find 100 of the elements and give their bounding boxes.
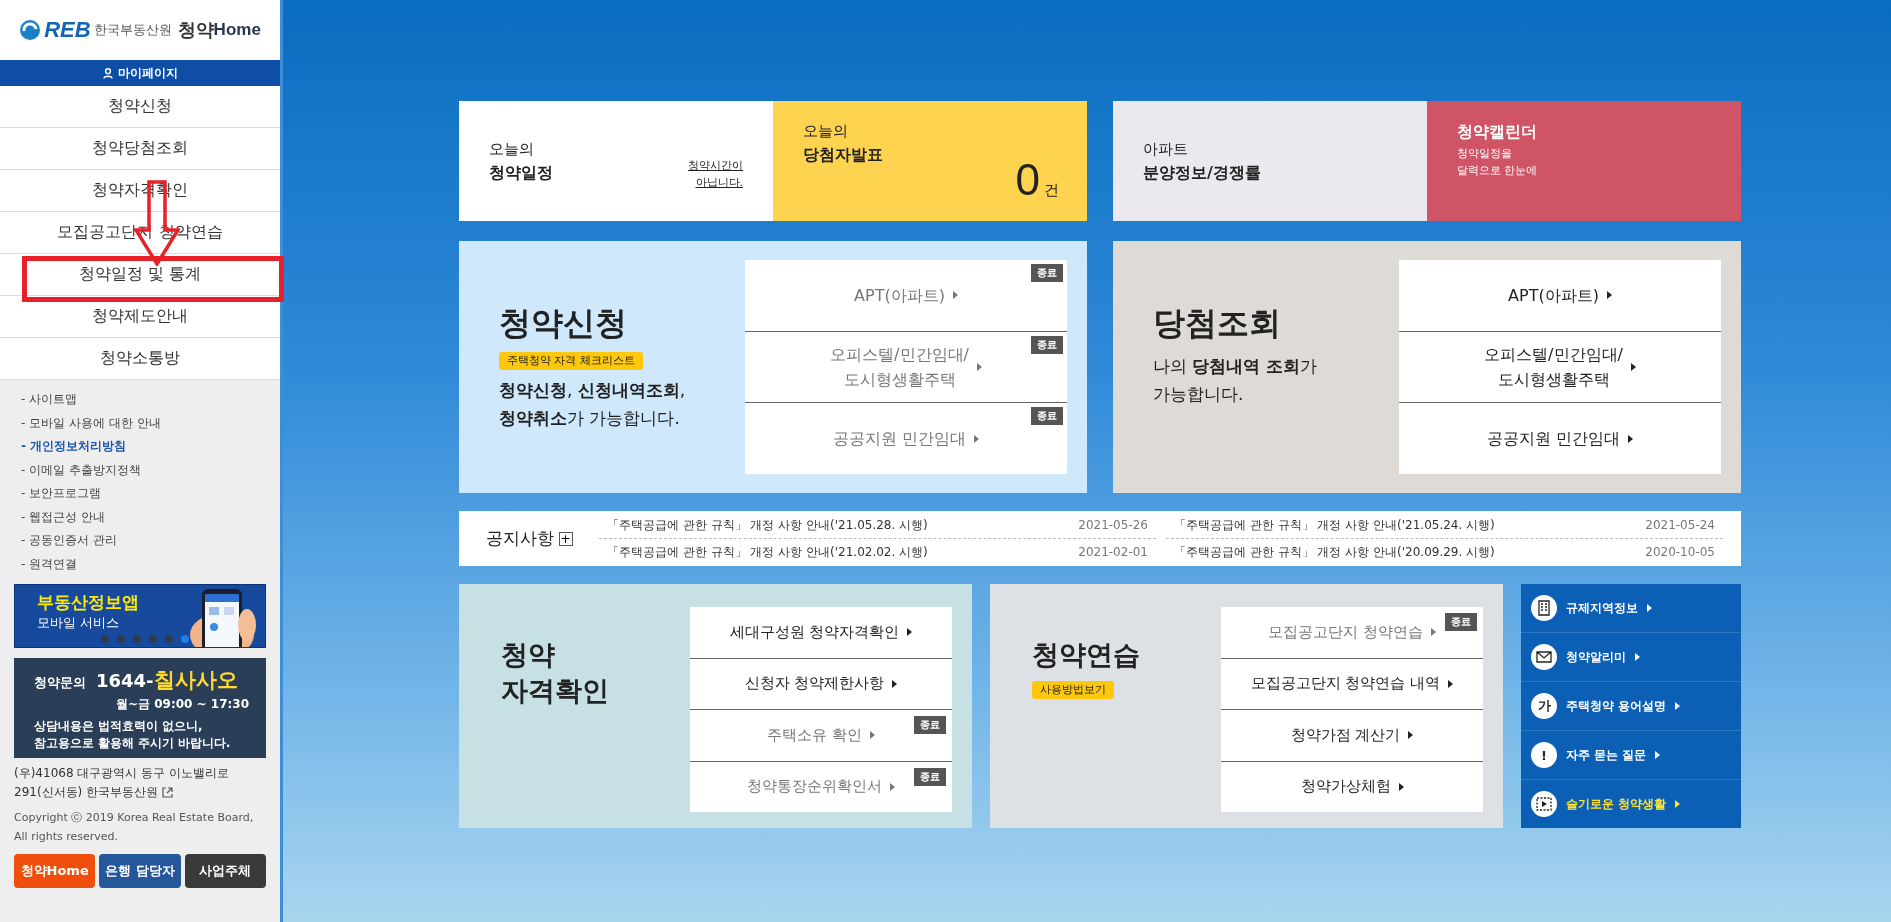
service-link[interactable]: 공공지원 민간임대 [1399,402,1721,474]
today-schedule-card[interactable]: 오늘의 청약일정 청약시간이 아닙니다. [459,101,773,221]
ended-badge: 종료 [914,767,946,786]
caret-icon [1675,800,1681,808]
quick-link[interactable]: 청약알리미 [1521,632,1741,681]
site-button[interactable]: 사업주체 [184,854,266,888]
ended-badge: 종료 [1031,264,1063,282]
quick-link[interactable]: 규제지역정보 [1521,584,1741,632]
carousel-dot[interactable] [117,635,125,643]
apartment-card[interactable]: 아파트 분양정보/경쟁률 [1113,101,1427,221]
menu-item[interactable]: 청약당첨조회 [0,128,280,170]
notice-item[interactable]: 「주택공급에 관한 규칙」 개정 사항 안내('21.05.24. 시행) 2021-05-24 [1166,512,1723,539]
status-link[interactable]: 청약시간이 아닙니다. [679,157,743,191]
card-title: 청약신청 [499,303,627,344]
card-title: 청약캘린더 [1457,121,1538,143]
footer-link[interactable]: - 보안프로그램 [21,482,266,506]
swirl-logo-icon [19,19,42,41]
card-caption: 청약일정을 [1457,146,1513,162]
caret-icon [1628,434,1634,443]
card-description: 나의 당첨내역 조회가 가능합니다. [1153,355,1318,406]
caret-icon [1408,731,1414,740]
footer-link[interactable]: - 개인정보처리방침 [21,435,266,459]
card-caption: 달력으로 한눈에 [1457,163,1538,179]
service-link[interactable]: 청약가점 계산기 [1221,709,1483,761]
card-title: 당첨조회 [1153,303,1281,344]
service-link[interactable]: APT(아파트) [1399,260,1721,331]
calendar-card[interactable]: 청약캘린더 청약일정을 달력으로 한눈에 [1427,101,1741,221]
menu-item[interactable]: 청약제도안내 [0,296,280,338]
caret-icon [1430,628,1436,637]
caret-icon [1647,604,1652,612]
service-link[interactable]: 공공지원 민간임대 종료 [745,402,1067,474]
banner-subtitle: 모바일 서비스 [37,614,121,632]
carousel-dot[interactable] [149,635,157,643]
notice-item[interactable]: 「주택공급에 관한 규칙」 개정 사항 안내('21.05.28. 시행) 2021-05-26 [599,512,1156,539]
footer-link[interactable]: - 공동인증서 관리 [21,529,266,553]
card-caption: 오늘의 [803,121,849,142]
caret-icon [1630,363,1636,371]
card-title: 분양정보/경쟁률 [1143,162,1261,184]
quick-link[interactable]: 슬기로운 청약생활 [1521,779,1741,828]
service-link[interactable]: 청약가상체험 [1221,760,1483,812]
service-link[interactable]: APT(아파트) 종료 [745,260,1067,331]
service-link[interactable]: 모집공고단지 청약연습 종료 [1221,607,1483,658]
checklist-tag[interactable]: 주택청약 자격 체크리스트 [499,352,643,370]
menu-item[interactable]: 청약신청 [0,86,280,128]
banner-title: 부동산정보앱 [37,591,140,614]
logo-mark: REB [44,17,91,43]
caret-icon [1398,782,1404,791]
site-button[interactable]: 청약Home [14,854,96,888]
ended-badge: 종료 [914,716,946,734]
guide-tag[interactable]: 사용방법보기 [1032,681,1114,699]
service-link[interactable]: 오피스텔/민간임대/ 도시형생활주택 [1399,330,1721,403]
mypage-link[interactable]: 마이페이지 [0,60,280,86]
logo-home: Home [213,20,261,40]
quick-link[interactable]: 가 주택청약 용어설명 [1521,681,1741,730]
service-link[interactable]: 모집공고단지 청약연습 내역 [1221,657,1483,709]
footer-link[interactable]: - 사이트맵 [21,388,266,412]
card-title: 청약연습 [1032,638,1140,672]
service-link[interactable]: 청약통장순위확인서 종료 [690,760,952,812]
contact-notice: 상담내용은 법적효력이 없으니, [34,718,204,735]
caret-icon [892,679,898,688]
quick-link[interactable]: ! 자주 묻는 질문 [1521,730,1741,779]
service-link[interactable]: 주택소유 확인 종료 [690,709,952,761]
footer-link[interactable]: - 모바일 사용에 대한 안내 [21,411,266,435]
footer-link[interactable]: - 원격연결 [21,552,266,576]
ended-badge: 종료 [1031,335,1063,354]
address: (우)41068 대구광역시 동구 이노밸리로 [14,765,229,782]
caret-icon [976,363,982,371]
address: 291(신서동) 한국부동산원 [14,784,159,801]
footer-link[interactable]: - 웹접근성 안내 [21,505,266,529]
carousel-dot[interactable] [101,635,109,643]
building-icon [1531,595,1557,621]
carousel-dot[interactable] [181,635,189,643]
more-button[interactable]: + [558,531,573,546]
card-title: 청약일정 [489,162,553,184]
service-link[interactable]: 오피스텔/민간임대/ 도시형생활주택 종료 [745,330,1067,403]
caret-icon [1606,291,1612,300]
caret-icon [869,731,875,740]
card-title: 당첨자발표 [803,144,883,166]
logo-org: 한국부동산원 [93,21,172,39]
notice-item[interactable]: 「주택공급에 관한 규칙」 개정 사항 안내('20.09.29. 시행) 2020-10-05 [1166,539,1723,565]
external-link-icon[interactable] [162,787,174,798]
footer-link[interactable]: - 이메일 추출방지정책 [21,458,266,482]
card-caption: 오늘의 [489,139,535,160]
notice-item[interactable]: 「주택공급에 관한 규칙」 개정 사항 안내('21.02.02. 시행) 2021-02-01 [599,539,1156,565]
site-button[interactable]: 은행 담당자 [99,854,181,888]
carousel-dot[interactable] [133,635,141,643]
menu-item[interactable]: 청약일정 및 통계 [0,254,280,296]
caret-icon [907,628,913,637]
ended-badge: 종료 [1031,407,1063,426]
caret-icon [952,291,958,300]
contact-hours: 월~금 09:00 ~ 17:30 [116,696,251,713]
card-title: 청약 자격확인 [501,638,609,708]
service-link[interactable]: 세대구성원 청약자격확인 [690,607,952,658]
today-winners-card[interactable]: 오늘의 당첨자발표 0 건 [773,101,1087,221]
caret-icon [1655,751,1661,759]
logo-service: 청약 [177,18,214,42]
icon-glyph: ! [1531,742,1557,768]
app-banner[interactable]: 부동산정보앱 모바일 서비스 [14,584,266,648]
service-link[interactable]: 신청자 청약제한사항 [690,657,952,709]
carousel-dot[interactable] [165,635,173,643]
